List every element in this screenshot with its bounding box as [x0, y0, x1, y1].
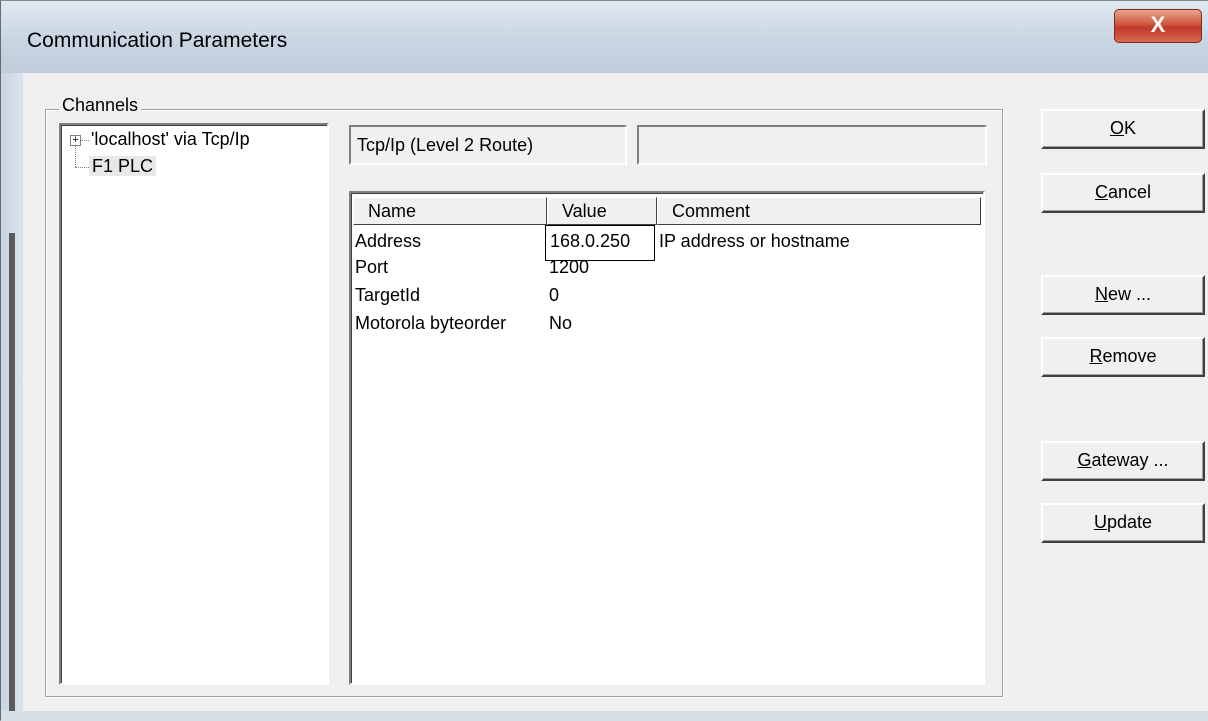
title-bar[interactable]: Communication Parameters X [1, 1, 1208, 73]
remove-button[interactable]: Remove [1041, 337, 1205, 377]
button-label: pdate [1106, 512, 1153, 532]
channels-group-label: Channels [59, 95, 142, 116]
mnemonic: N [1094, 284, 1108, 304]
expand-icon[interactable]: + [70, 135, 81, 146]
mnemonic: R [1089, 346, 1103, 366]
param-value[interactable]: 0 [549, 285, 559, 306]
ok-button[interactable]: OK [1041, 109, 1205, 149]
column-header-label: Value [562, 201, 607, 221]
button-label: K [1124, 118, 1137, 138]
param-name[interactable]: Port [355, 257, 388, 278]
dialog-window: Communication Parameters X Channels + 'l… [0, 0, 1208, 721]
tree-item-label: F1 PLC [89, 156, 157, 176]
param-value[interactable]: 1200 [549, 257, 589, 278]
column-header-comment[interactable]: Comment [657, 197, 981, 225]
param-name[interactable]: Address [355, 231, 421, 252]
button-label: ateway ... [1091, 450, 1169, 470]
update-button[interactable]: Update [1041, 503, 1205, 543]
tree-connector [75, 167, 89, 168]
address-value-editor[interactable]: 168.0.250 [545, 225, 655, 261]
driver-name: Tcp/Ip (Level 2 Route) [357, 135, 534, 155]
mnemonic: C [1094, 182, 1108, 202]
column-header-name[interactable]: Name [353, 197, 547, 225]
param-comment: IP address or hostname [659, 231, 850, 251]
mnemonic: G [1077, 450, 1092, 470]
cancel-button[interactable]: Cancel [1041, 173, 1205, 213]
mnemonic: U [1093, 512, 1107, 532]
channel-tree[interactable]: + 'localhost' via Tcp/Ip F1 PLC [59, 123, 329, 685]
mnemonic: O [1109, 118, 1124, 138]
driver-extra-box [637, 125, 987, 165]
parameter-grid[interactable]: Name Value Comment Address 168.0.250 IP … [349, 191, 985, 685]
column-header-value[interactable]: Value [547, 197, 657, 225]
param-name[interactable]: TargetId [355, 285, 420, 306]
button-label: ew ... [1107, 284, 1151, 304]
tree-connector [81, 140, 89, 141]
param-name[interactable]: Motorola byteorder [355, 313, 506, 334]
close-icon: X [1150, 12, 1166, 37]
new-button[interactable]: New ... [1041, 275, 1205, 315]
column-header-label: Comment [672, 201, 751, 221]
button-label: ancel [1107, 182, 1152, 202]
button-label: emove [1102, 346, 1157, 366]
close-button[interactable]: X [1114, 9, 1202, 43]
tree-item-localhost[interactable]: 'localhost' via Tcp/Ip [91, 129, 250, 150]
window-frame-left [1, 73, 23, 721]
gateway-button[interactable]: Gateway ... [1041, 441, 1205, 481]
window-title: Communication Parameters [27, 29, 288, 52]
param-value: 168.0.250 [550, 231, 631, 251]
frame-shadow [9, 233, 15, 721]
driver-name-box: Tcp/Ip (Level 2 Route) [349, 125, 627, 165]
dialog-client-area: Channels + 'localhost' via Tcp/Ip F1 PLC… [23, 73, 1208, 711]
tree-item-label: 'localhost' via Tcp/Ip [91, 129, 250, 149]
param-value[interactable]: No [549, 313, 572, 334]
tree-item-f1-plc[interactable]: F1 PLC [89, 156, 157, 177]
column-header-label: Name [368, 201, 417, 221]
